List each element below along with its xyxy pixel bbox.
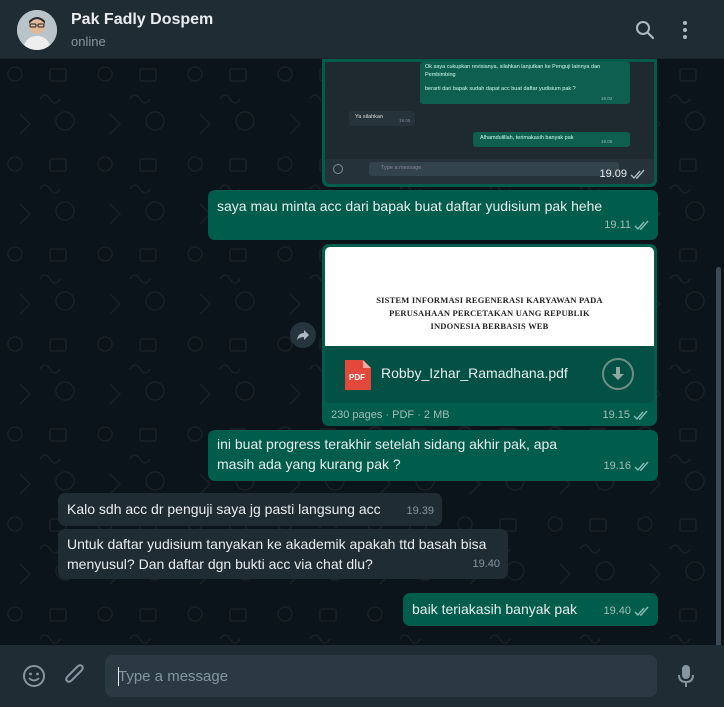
message-time: 19.09 bbox=[599, 168, 627, 180]
message-meta: 19.39 bbox=[406, 501, 434, 521]
menu-icon[interactable] bbox=[672, 17, 698, 43]
double-tick-icon bbox=[630, 169, 645, 179]
image-message[interactable]: Ok saya cukupkan revisianya, silahkan la… bbox=[322, 59, 657, 187]
message-time: 19.39 bbox=[406, 505, 434, 517]
embedded-screenshot: Ok saya cukupkan revisianya, silahkan la… bbox=[325, 62, 654, 184]
embedded-time: 19.02 bbox=[601, 96, 613, 101]
embedded-line: Alhamdulillah, terimakasih banyak pak bbox=[480, 135, 574, 141]
incoming-message[interactable]: Untuk daftar yudisium tanyakan ke akadem… bbox=[58, 529, 508, 579]
download-button[interactable] bbox=[602, 358, 634, 390]
embedded-emoji-icon bbox=[333, 164, 343, 174]
double-tick-icon bbox=[634, 606, 649, 616]
message-input-box[interactable] bbox=[105, 655, 657, 697]
preview-line: PERUSAHAAN PERCETAKAN UANG REPUBLIK bbox=[389, 308, 590, 318]
chat-area[interactable]: Ok saya cukupkan revisianya, silahkan la… bbox=[0, 59, 724, 645]
embedded-time: 19.05 bbox=[601, 139, 613, 144]
message-meta: 19.11 bbox=[604, 215, 650, 235]
double-tick-icon bbox=[634, 220, 649, 230]
contact-status: online bbox=[71, 34, 106, 49]
download-icon bbox=[612, 367, 624, 380]
composer-bar bbox=[0, 645, 724, 707]
scrollbar[interactable] bbox=[716, 267, 721, 645]
message-time: 19.16 bbox=[603, 460, 631, 472]
embedded-line: Pembimbing bbox=[425, 72, 456, 78]
outgoing-message[interactable]: saya mau minta acc dari bapak buat dafta… bbox=[208, 190, 658, 240]
message-input[interactable] bbox=[105, 655, 657, 697]
message-time: 19.40 bbox=[603, 605, 631, 617]
message-time: 19.40 bbox=[472, 558, 500, 570]
message-meta: 19.16 bbox=[603, 456, 650, 476]
text-caret bbox=[118, 667, 119, 686]
document-file-row[interactable]: PDF Robby_Izhar_Ramadhana.pdf bbox=[325, 346, 654, 403]
embedded-placeholder: Type a message bbox=[381, 165, 422, 171]
embedded-line: Ya silahkan bbox=[355, 114, 384, 120]
message-time: 19.15 bbox=[602, 409, 630, 421]
avatar[interactable] bbox=[17, 10, 57, 50]
document-preview[interactable]: SISTEM INFORMASI REGENERASI KARYAWAN PAD… bbox=[325, 247, 654, 346]
message-text: baik teriakasih banyak pak bbox=[412, 601, 577, 617]
forward-icon[interactable] bbox=[290, 322, 316, 348]
attach-icon[interactable] bbox=[62, 663, 88, 689]
embedded-line: berarti dari bapak sudah dapat acc buat … bbox=[425, 86, 576, 92]
message-time: 19.11 bbox=[604, 219, 631, 231]
document-message[interactable]: SISTEM INFORMASI REGENERASI KARYAWAN PAD… bbox=[322, 244, 657, 426]
search-icon[interactable] bbox=[632, 17, 658, 43]
emoji-icon[interactable] bbox=[21, 663, 47, 689]
document-file-name: Robby_Izhar_Ramadhana.pdf bbox=[381, 365, 568, 381]
contact-name[interactable]: Pak Fadly Dospem bbox=[71, 11, 213, 29]
preview-line: INDONESIA BERBASIS WEB bbox=[430, 321, 549, 331]
message-text: ini buat progress terakhir setelah sidan… bbox=[217, 436, 558, 472]
pdf-icon-label: PDF bbox=[349, 373, 365, 382]
embedded-time: 19.05 bbox=[399, 118, 411, 123]
message-meta: 19.09 bbox=[599, 168, 646, 180]
preview-line: SISTEM INFORMASI REGENERASI KARYAWAN PAD… bbox=[376, 295, 603, 305]
outgoing-message[interactable]: baik teriakasih banyak pak 19.40 bbox=[403, 593, 658, 626]
document-info: 230 pages · PDF · 2 MB bbox=[331, 409, 450, 421]
double-tick-icon bbox=[633, 410, 648, 420]
outgoing-message[interactable]: ini buat progress terakhir setelah sidan… bbox=[208, 430, 658, 481]
message-text: Untuk daftar yudisium tanyakan ke akadem… bbox=[67, 536, 487, 572]
chat-header: Pak Fadly Dospem online bbox=[0, 0, 724, 59]
mic-icon[interactable] bbox=[673, 663, 699, 689]
message-meta: 19.40 bbox=[472, 554, 500, 574]
incoming-message[interactable]: Kalo sdh acc dr penguji saya jg pasti la… bbox=[58, 493, 442, 526]
message-text: Kalo sdh acc dr penguji saya jg pasti la… bbox=[67, 501, 381, 517]
message-meta: 19.15 bbox=[602, 409, 649, 421]
double-tick-icon bbox=[634, 461, 649, 471]
embedded-line: Ok saya cukupkan revisianya, silahkan la… bbox=[425, 64, 601, 70]
message-meta: 19.40 bbox=[603, 601, 650, 621]
message-text: saya mau minta acc dari bapak buat dafta… bbox=[217, 198, 603, 214]
